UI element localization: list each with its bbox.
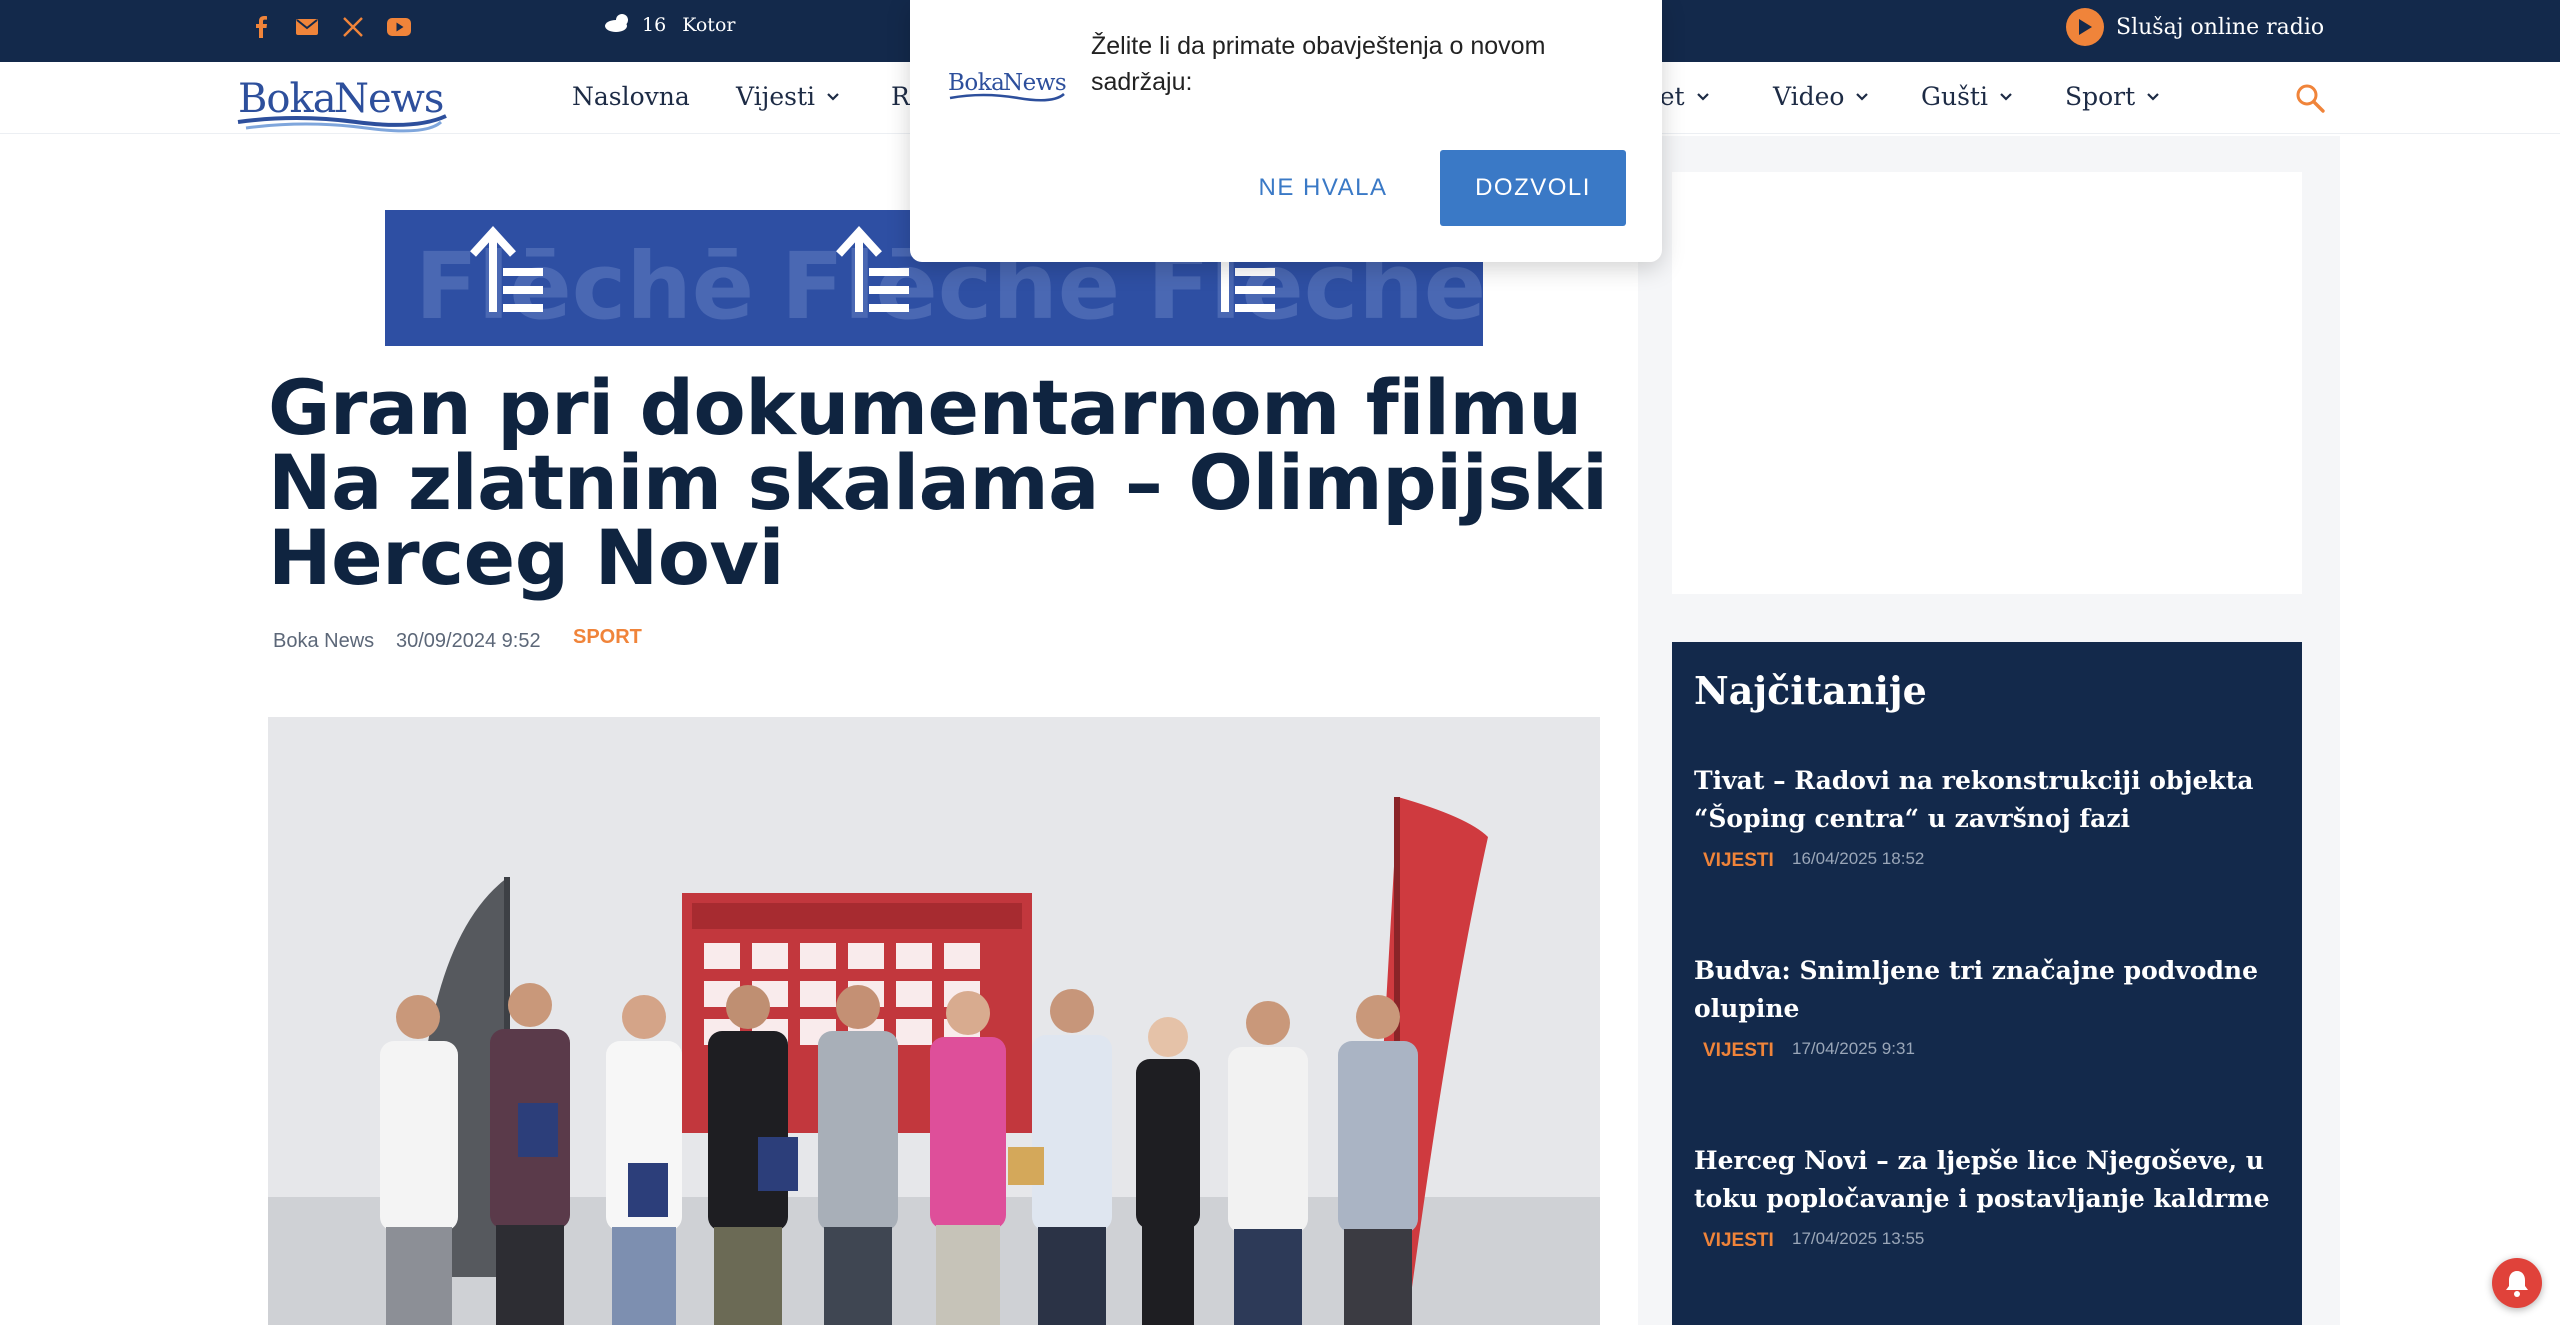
weather-temperature: 16 [642, 13, 667, 36]
play-icon [2066, 8, 2104, 46]
weather-widget: 16 Kotor [604, 12, 735, 37]
popup-logo: Boka News [948, 66, 1067, 106]
svg-text:News: News [1003, 70, 1066, 96]
most-read-item-title[interactable]: Tivat – Radovi na rekonstrukciji objekta… [1694, 762, 2284, 838]
nav-item-naslovna[interactable]: Naslovna [572, 82, 690, 111]
most-read-item-category[interactable]: VIJESTI [1703, 1040, 1774, 1062]
most-read-item-category[interactable]: VIJESTI [1703, 850, 1774, 872]
weather-city: Kotor [682, 13, 736, 36]
article-category[interactable]: SPORT [573, 626, 642, 649]
svg-text:News: News [334, 76, 443, 122]
online-radio-link[interactable]: Slušaj online radio [2066, 8, 2324, 46]
most-read-item-date: 16/04/2025 18:52 [1792, 849, 1925, 868]
chevron-down-icon [1856, 92, 1869, 101]
radio-label: Slušaj online radio [2116, 14, 2325, 40]
most-read-item-date: 17/04/2025 13:55 [1792, 1229, 1925, 1248]
nav-item-video[interactable]: Video [1773, 82, 1870, 111]
chevron-down-icon [2000, 92, 2012, 101]
most-read-item-title[interactable]: Budva: Snimljene tri značajne podvodne o… [1694, 952, 2284, 1028]
nav-item-vijesti[interactable]: Vijesti [736, 82, 841, 111]
cloud-moon-icon [604, 12, 632, 37]
social-links [248, 14, 412, 40]
svg-text:Boka: Boka [238, 76, 336, 122]
allow-notifications-button[interactable]: DOZVOLI [1440, 150, 1626, 226]
chevron-down-icon [2147, 92, 2159, 101]
nav-item-sport[interactable]: Sport [2065, 82, 2161, 111]
most-read-item-date: 17/04/2025 9:31 [1792, 1039, 1915, 1058]
youtube-icon[interactable] [386, 14, 412, 40]
article-title: Gran pri dokumentarnom filmu Na zlatnim … [268, 363, 1608, 602]
email-icon[interactable] [294, 14, 320, 40]
svg-text:Flēchē: Flēchē [415, 233, 754, 340]
x-icon[interactable] [340, 14, 366, 40]
notification-bell-icon[interactable] [2492, 1258, 2542, 1308]
nav-item-gusti[interactable]: Gušti [1921, 82, 2014, 111]
article-photo [268, 717, 1600, 1325]
svg-text:Boka: Boka [948, 70, 1005, 96]
notification-message: Želite li da primate obavještenja o novo… [1091, 32, 1546, 96]
banner-logo-1: Flēchē [415, 226, 754, 340]
site-logo[interactable]: Boka News [236, 70, 448, 134]
article-date: 30/09/2024 9:52 [396, 630, 541, 652]
facebook-icon[interactable] [248, 14, 274, 40]
most-read-item-category[interactable]: VIJESTI [1703, 1230, 1774, 1252]
article-author[interactable]: Boka News [273, 630, 374, 653]
search-icon[interactable] [2294, 82, 2326, 114]
most-read-heading: Najčitanije [1694, 668, 1927, 713]
decline-notifications-button[interactable]: NE HVALA [1230, 150, 1416, 226]
sidebar-ad-slot[interactable] [1672, 172, 2302, 594]
chevron-down-icon [827, 92, 839, 101]
chevron-down-icon [1696, 92, 1709, 101]
most-read-item-title[interactable]: Herceg Novi – za ljepše lice Njegoševe, … [1694, 1142, 2284, 1218]
